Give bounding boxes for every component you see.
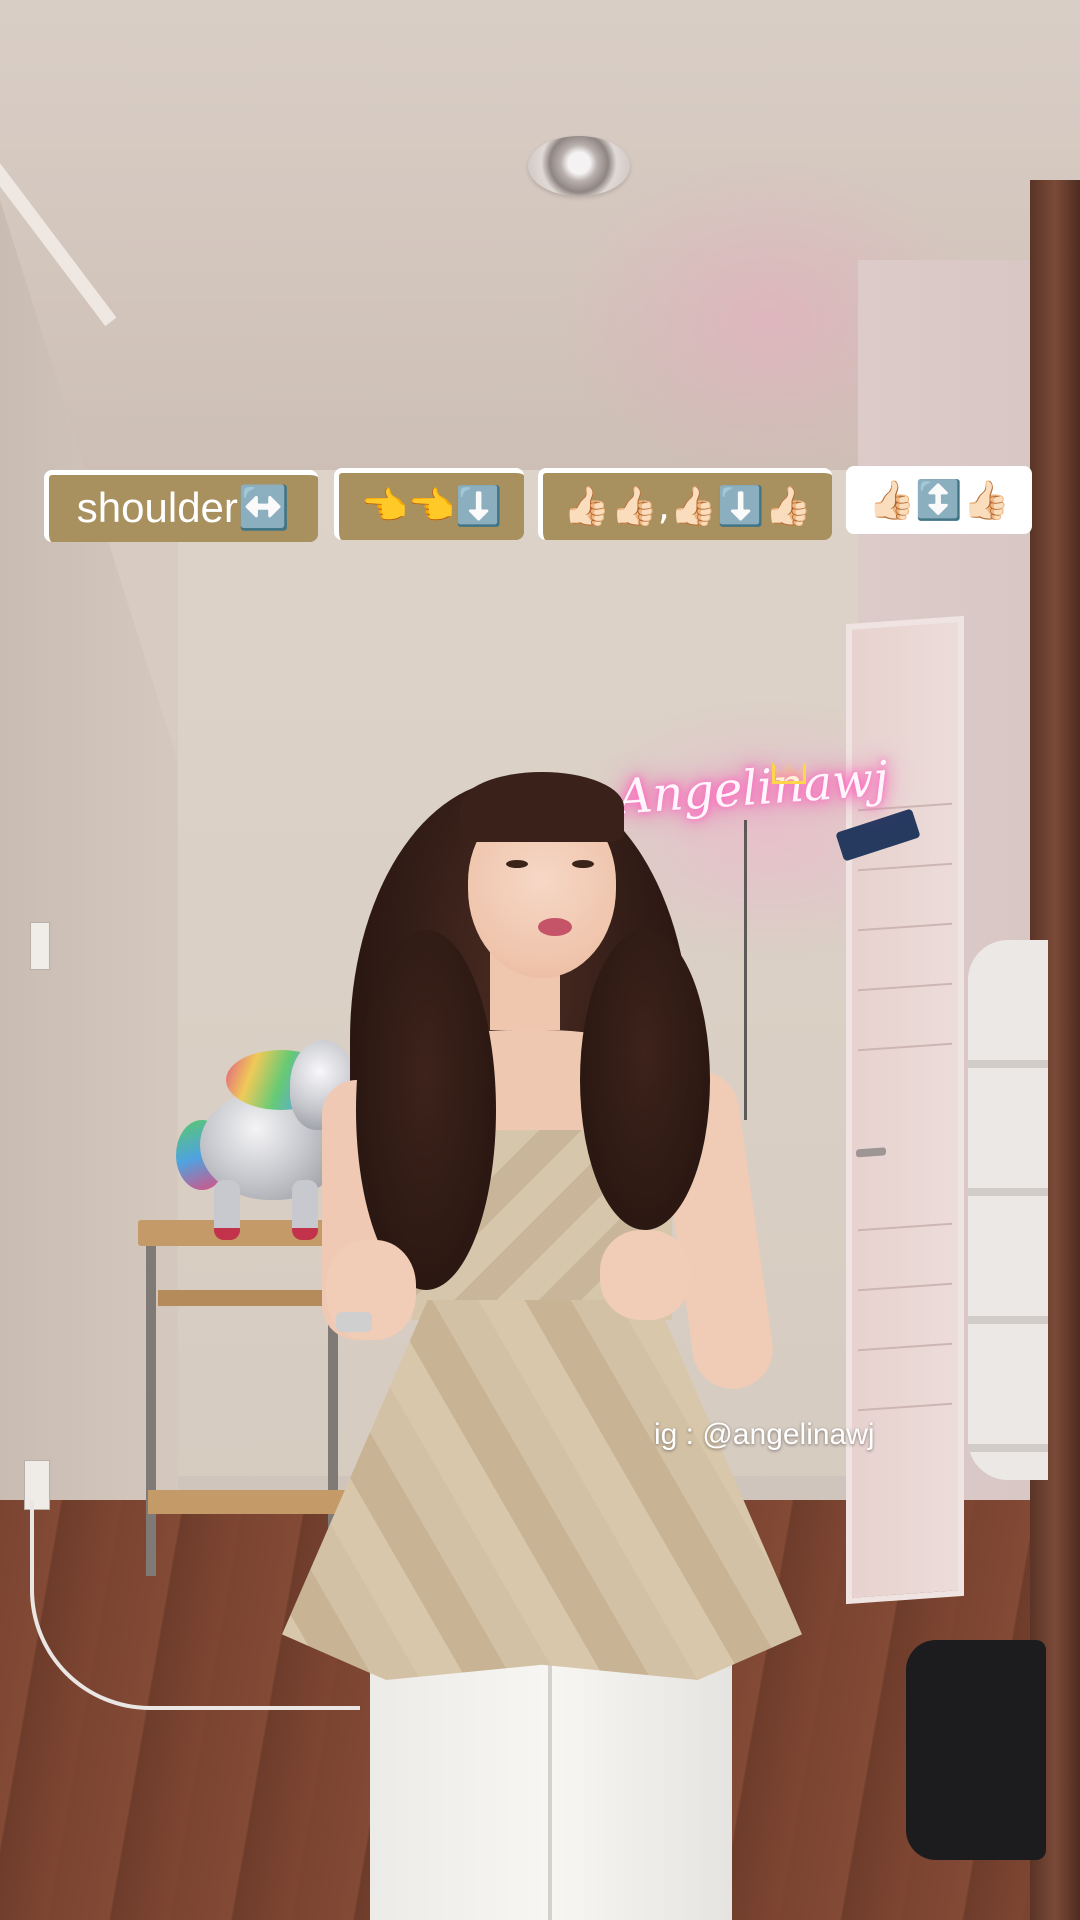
door-slat <box>858 922 952 932</box>
caption-step-3: 👍🏻👍🏻,👍🏻⬇️👍🏻 <box>538 468 832 540</box>
door-slat <box>858 1402 952 1412</box>
door-slat <box>858 1042 952 1052</box>
table-leg <box>146 1246 156 1576</box>
wristwatch <box>336 1312 372 1332</box>
caption-step-2: 👈👈⬇️ <box>334 468 524 540</box>
right-eye <box>572 860 594 868</box>
unicorn-balloon-leg <box>214 1180 240 1240</box>
hair-left-curls <box>356 930 496 1290</box>
video-frame: Angelinawj shoulder↔️ 👈👈⬇️ 👍🏻👍🏻,👍🏻⬇️👍🏻 👍… <box>0 0 1080 1920</box>
unicorn-balloon-leg <box>292 1180 318 1240</box>
right-hand <box>600 1230 690 1320</box>
door-slat <box>858 1222 952 1232</box>
door-slat <box>858 862 952 872</box>
door-handle <box>856 1147 886 1158</box>
hair-bangs <box>460 772 624 842</box>
caption-step-4-active: 👍🏻↕️👍🏻 <box>846 466 1032 534</box>
caption-shoulder: shoulder↔️ <box>44 470 318 542</box>
table-bottom-shelf <box>148 1490 348 1514</box>
door-slat <box>858 1282 952 1292</box>
table-shelf <box>158 1290 338 1306</box>
lips <box>538 918 572 936</box>
left-eye <box>506 860 528 868</box>
instagram-watermark: ig : @angelinawj <box>654 1418 875 1451</box>
light-switch <box>30 922 50 970</box>
pants-seam <box>548 1660 552 1920</box>
black-bag <box>906 1640 1046 1860</box>
neon-cable <box>744 820 747 1120</box>
stacked-pillows <box>968 940 1048 1480</box>
door-slat <box>858 1342 952 1352</box>
caption-strip: shoulder↔️ 👈👈⬇️ 👍🏻👍🏻,👍🏻⬇️👍🏻 👍🏻↕️👍🏻 <box>0 0 1080 600</box>
hair-right-curls <box>580 930 710 1230</box>
door-slat <box>858 982 952 992</box>
